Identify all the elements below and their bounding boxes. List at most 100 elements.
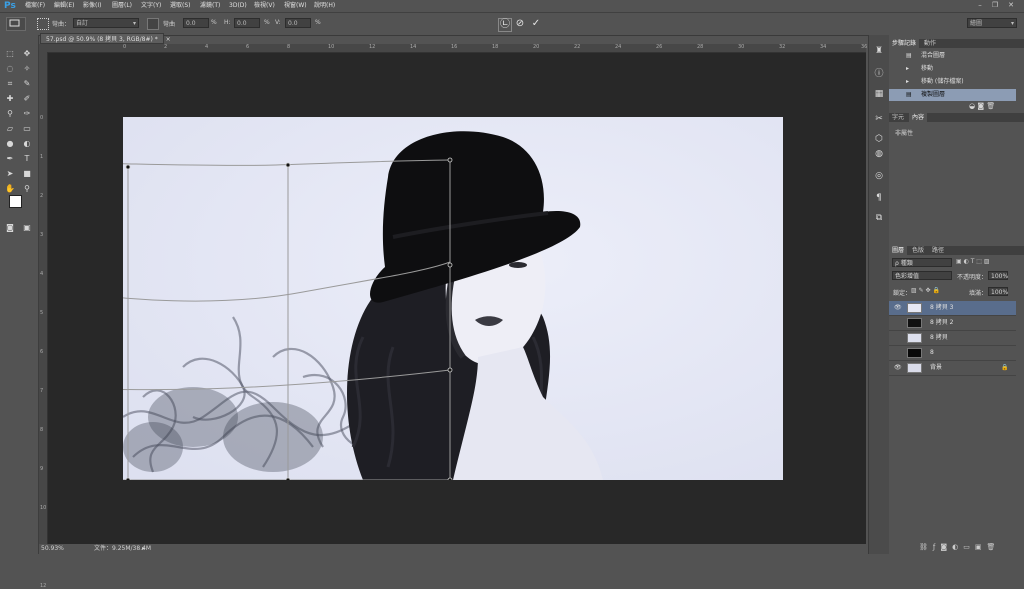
- commit-transform-icon[interactable]: ✓: [530, 18, 542, 30]
- link-layers-icon[interactable]: ⛓: [919, 543, 933, 551]
- add-mask-icon[interactable]: ◙: [940, 543, 952, 551]
- warp-select[interactable]: 自訂 ▾: [73, 18, 139, 28]
- foreground-color-swatch[interactable]: [9, 195, 22, 208]
- canvas-image[interactable]: [123, 117, 783, 480]
- v-distortion-field[interactable]: 0.0: [285, 18, 311, 28]
- path-selection-icon[interactable]: ➤: [4, 168, 16, 180]
- gradient-tool-icon[interactable]: ▭: [21, 123, 33, 135]
- eyedropper-icon[interactable]: ✎: [21, 78, 33, 90]
- workspace-select[interactable]: 繪圖 ▾: [967, 18, 1017, 28]
- adjustments-icon[interactable]: ◍: [873, 148, 885, 160]
- tab-paths[interactable]: 路徑: [929, 246, 947, 255]
- warp-grid-overlay[interactable]: [123, 117, 463, 480]
- change-orientation-icon[interactable]: [147, 18, 159, 30]
- layer-row-selected[interactable]: 👁 8 拷貝 3: [889, 301, 1016, 316]
- menu-select[interactable]: 選取(S): [170, 0, 191, 12]
- history-brush-icon[interactable]: ✑: [21, 108, 33, 120]
- rectangle-tool-icon[interactable]: ■: [21, 168, 33, 180]
- lasso-tool-icon[interactable]: ◌: [4, 63, 16, 75]
- layer-filter-select[interactable]: ρ 種類: [892, 258, 952, 267]
- eye-icon[interactable]: 👁: [894, 361, 902, 375]
- new-snapshot-icon[interactable]: ◙: [977, 102, 984, 110]
- left-ruler[interactable]: 0123456789101112: [39, 52, 48, 589]
- menu-type[interactable]: 文字(Y): [141, 0, 161, 12]
- menu-help[interactable]: 說明(H): [314, 0, 335, 12]
- close-tab-icon[interactable]: ×: [166, 36, 171, 43]
- menu-view[interactable]: 檢視(V): [254, 0, 275, 12]
- cancel-transform-icon[interactable]: ⊘: [514, 18, 526, 30]
- menu-3d[interactable]: 3D(D): [229, 0, 247, 12]
- zoom-tool-icon[interactable]: ⚲: [21, 183, 33, 195]
- tool-preset-picker[interactable]: [6, 17, 26, 31]
- tab-channels[interactable]: 色版: [909, 246, 927, 255]
- healing-brush-icon[interactable]: ✚: [4, 93, 16, 105]
- eye-icon[interactable]: 👁: [894, 301, 902, 315]
- blend-mode-select[interactable]: 色彩增值: [892, 271, 952, 280]
- screen-mode-icon[interactable]: ▣: [21, 222, 33, 234]
- blur-tool-icon[interactable]: ●: [4, 138, 16, 150]
- tab-character[interactable]: 字元: [889, 113, 907, 122]
- lock-icons[interactable]: ▨ ✎ ✥ 🔒: [911, 287, 940, 294]
- magic-wand-icon[interactable]: ✧: [21, 63, 33, 75]
- layer-row[interactable]: 👁 背景 🔒: [889, 361, 1016, 376]
- styles-panel-icon[interactable]: ◎: [873, 170, 885, 182]
- status-arrow-icon[interactable]: ▸: [142, 544, 145, 554]
- adjustment-layer-icon[interactable]: ◐: [952, 543, 963, 551]
- history-item[interactable]: ▸ 移動: [889, 63, 1016, 75]
- move-tool-icon[interactable]: ✥: [21, 48, 33, 60]
- minimize-icon[interactable]: –: [975, 1, 985, 10]
- delete-layer-icon[interactable]: 🗑: [987, 543, 1001, 551]
- eraser-tool-icon[interactable]: ▱: [4, 123, 16, 135]
- tab-properties[interactable]: 內容: [909, 113, 928, 122]
- tab-layers[interactable]: 圖層: [889, 246, 908, 255]
- bend-field[interactable]: 0.0: [183, 18, 209, 28]
- menu-filter[interactable]: 濾鏡(T): [200, 0, 220, 12]
- restore-icon[interactable]: ❐: [990, 1, 1000, 10]
- info-panel-icon[interactable]: ⓘ: [873, 68, 885, 80]
- ruler-tick: 6: [246, 44, 250, 50]
- menu-layer[interactable]: 圖層(L): [112, 0, 132, 12]
- quick-mask-icon[interactable]: ◙: [4, 222, 16, 234]
- tab-history[interactable]: 步驟記錄: [889, 39, 920, 48]
- history-item[interactable]: ▸ 移動 (儲存檔案): [889, 76, 1016, 88]
- warp-mode-icon[interactable]: ㉡: [498, 18, 512, 32]
- marquee-tool-icon[interactable]: ⬚: [4, 48, 16, 60]
- layer-row[interactable]: 8 拷貝: [889, 331, 1016, 346]
- tools-presets-icon[interactable]: ✂: [873, 113, 885, 125]
- brush-tool-icon[interactable]: ✐: [21, 93, 33, 105]
- new-group-icon[interactable]: ▭: [963, 543, 975, 551]
- 3d-panel-icon[interactable]: ⬡: [873, 133, 885, 145]
- menu-window[interactable]: 視窗(W): [284, 0, 307, 12]
- fill-field[interactable]: 100%: [988, 287, 1008, 296]
- swatches-panel-icon[interactable]: ▦: [873, 88, 885, 100]
- h-distortion-field[interactable]: 0.0: [234, 18, 260, 28]
- paragraph-panel-icon[interactable]: ¶: [873, 192, 885, 204]
- snapshot-from-state-icon[interactable]: ◒: [969, 102, 975, 110]
- type-tool-icon[interactable]: T: [21, 153, 33, 165]
- layer-row[interactable]: 8: [889, 346, 1016, 361]
- new-layer-icon[interactable]: ▣: [975, 543, 987, 551]
- clone-source-icon[interactable]: ⧉: [873, 212, 885, 224]
- zoom-level[interactable]: 50.93%: [41, 544, 64, 554]
- layer-row[interactable]: 8 拷貝 2: [889, 316, 1016, 331]
- history-item[interactable]: ▤ 混合圖層: [889, 50, 1016, 62]
- menu-image[interactable]: 影像(I): [83, 0, 101, 12]
- top-ruler[interactable]: 02468101214161820222426283032343638: [39, 44, 908, 53]
- pen-tool-icon[interactable]: ✒: [4, 153, 16, 165]
- dodge-tool-icon[interactable]: ◐: [21, 138, 33, 150]
- status-bar: 50.93% 文件：9.25M/38.4M ▸: [39, 544, 866, 554]
- document-tab[interactable]: 57.psd @ 50.9% (8 拷貝 3, RGB/8#) * ×: [40, 33, 171, 44]
- close-window-icon[interactable]: ✕: [1006, 1, 1016, 10]
- opacity-field[interactable]: 100%: [988, 271, 1008, 280]
- hand-tool-icon[interactable]: ✋: [4, 183, 16, 195]
- layer-filter-icons[interactable]: ▣ ◐ T ⬚ ▨: [956, 258, 990, 265]
- crop-tool-icon[interactable]: ⌗: [4, 78, 16, 90]
- menu-edit[interactable]: 編輯(E): [54, 0, 74, 12]
- tab-actions[interactable]: 動作: [921, 39, 939, 48]
- delete-state-icon[interactable]: 🗑: [986, 102, 995, 110]
- history-item-selected[interactable]: ▤ 複製圖層: [889, 89, 1016, 101]
- history-panel-icon[interactable]: ♜: [873, 45, 885, 57]
- menu-file[interactable]: 檔案(F): [25, 0, 45, 12]
- clone-stamp-icon[interactable]: ⚲: [4, 108, 16, 120]
- reference-point-icon[interactable]: [37, 18, 49, 30]
